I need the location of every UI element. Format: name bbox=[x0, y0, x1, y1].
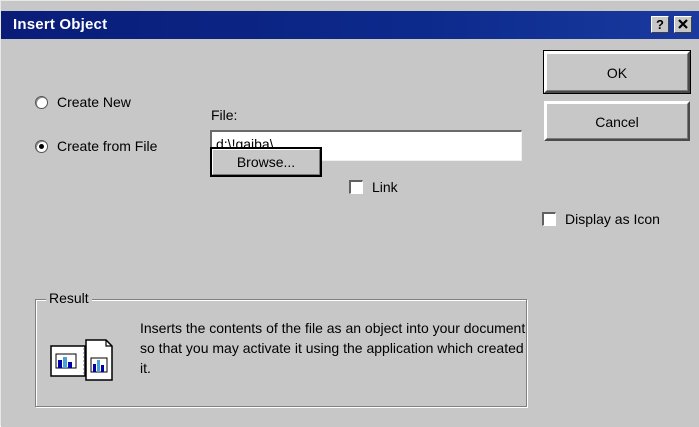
link-label: Link bbox=[372, 179, 398, 195]
create-from-file-option[interactable]: Create from File bbox=[35, 138, 157, 154]
help-button[interactable]: ? bbox=[651, 16, 669, 33]
file-label: File: bbox=[211, 107, 238, 123]
ok-button-label: OK bbox=[546, 53, 688, 91]
create-new-option[interactable]: Create New bbox=[35, 94, 131, 110]
link-checkbox[interactable] bbox=[349, 180, 363, 194]
link-option[interactable]: Link bbox=[349, 179, 398, 195]
display-as-icon-checkbox[interactable] bbox=[542, 212, 556, 226]
result-group-title: Result bbox=[46, 290, 92, 306]
browse-button-label: Browse... bbox=[212, 149, 320, 175]
close-icon bbox=[678, 19, 688, 29]
browse-button[interactable]: Browse... bbox=[210, 147, 322, 177]
title-bar[interactable]: Insert Object ? bbox=[1, 11, 699, 39]
display-as-icon-label: Display as Icon bbox=[565, 211, 660, 227]
cancel-button[interactable]: Cancel bbox=[544, 101, 690, 141]
create-new-label: Create New bbox=[57, 94, 131, 110]
close-button[interactable] bbox=[674, 16, 692, 33]
result-description: Inserts the contents of the file as an o… bbox=[140, 320, 526, 376]
ok-button[interactable]: OK bbox=[543, 50, 691, 94]
cancel-button-label: Cancel bbox=[546, 103, 688, 139]
create-new-radio[interactable] bbox=[35, 95, 48, 109]
create-from-file-label: Create from File bbox=[57, 138, 158, 154]
dialog-body: Create New Create from File File: d:\!ga… bbox=[1, 39, 699, 427]
display-as-icon-option[interactable]: Display as Icon bbox=[542, 211, 660, 227]
dialog-title: Insert Object bbox=[13, 16, 108, 33]
result-group: Result Inserts the contents of the file … bbox=[35, 290, 527, 407]
result-document-icon bbox=[50, 339, 113, 381]
insert-object-dialog: Insert Object ? Create New Create from F… bbox=[0, 0, 699, 427]
create-from-file-radio[interactable] bbox=[35, 139, 48, 153]
